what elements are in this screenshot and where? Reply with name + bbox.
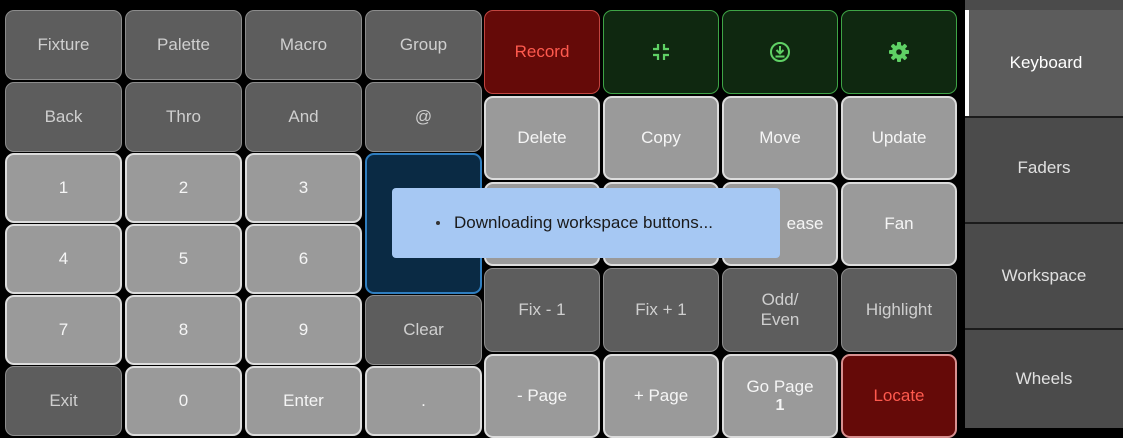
at-label: @ <box>414 107 433 127</box>
page-minus-label: - Page <box>516 386 568 406</box>
digit-9-label: 9 <box>298 320 309 340</box>
sidebar-item-workspace[interactable]: Workspace <box>965 222 1123 328</box>
digit-8-button[interactable]: 8 <box>125 295 242 365</box>
digit-7-label: 7 <box>58 320 69 340</box>
thro-label: Thro <box>166 107 201 127</box>
delete-label: Delete <box>517 128 567 148</box>
digit-0-label: 0 <box>178 391 189 411</box>
digit-7-button[interactable]: 7 <box>5 295 122 365</box>
update-label: Update <box>871 128 927 148</box>
digit-9-button[interactable]: 9 <box>245 295 362 365</box>
sidebar-item-keyboard[interactable]: Keyboard <box>965 10 1123 116</box>
exit-button[interactable]: Exit <box>5 366 122 436</box>
digit-4-label: 4 <box>58 249 69 269</box>
copy-label: Copy <box>641 128 681 148</box>
settings-button[interactable] <box>841 10 957 94</box>
at-button[interactable]: @ <box>365 82 482 152</box>
release-label: ease <box>786 214 824 234</box>
sidebar-item-label: Keyboard <box>1009 53 1083 72</box>
group-button[interactable]: Group <box>365 10 482 80</box>
fix-minus-label: Fix - 1 <box>518 300 566 320</box>
download-button[interactable] <box>722 10 838 94</box>
page-minus-button[interactable]: - Page <box>484 354 600 438</box>
digit-8-label: 8 <box>178 320 189 340</box>
odd-label: Odd/ <box>761 290 799 310</box>
digit-6-button[interactable]: 6 <box>245 224 362 294</box>
back-button[interactable]: Back <box>5 82 122 152</box>
go-page-button[interactable]: Go Page 1 <box>722 354 838 438</box>
compress-button[interactable] <box>603 10 719 94</box>
record-label: Record <box>514 42 570 62</box>
clear-button[interactable]: Clear <box>365 295 482 365</box>
dot-button[interactable]: . <box>365 366 482 436</box>
palette-button[interactable]: Palette <box>125 10 242 80</box>
fixture-button[interactable]: Fixture <box>5 10 122 80</box>
update-button[interactable]: Update <box>841 96 957 180</box>
fan-button[interactable]: Fan <box>841 182 957 266</box>
delete-button[interactable]: Delete <box>484 96 600 180</box>
digit-3-label: 3 <box>298 178 309 198</box>
digit-2-button[interactable]: 2 <box>125 153 242 223</box>
highlight-label: Highlight <box>865 300 933 320</box>
exit-label: Exit <box>49 391 78 411</box>
fix-plus-label: Fix + 1 <box>635 300 687 320</box>
digit-5-button[interactable]: 5 <box>125 224 242 294</box>
go-page-label: Go Page <box>746 377 814 397</box>
move-button[interactable]: Move <box>722 96 838 180</box>
and-button[interactable]: And <box>245 82 362 152</box>
clear-label: Clear <box>403 320 444 340</box>
move-label: Move <box>759 128 801 148</box>
bullet-icon <box>436 221 440 225</box>
gear-icon <box>888 41 910 63</box>
palette-label: Palette <box>157 35 210 55</box>
digit-3-button[interactable]: 3 <box>245 153 362 223</box>
fix-plus-button[interactable]: Fix + 1 <box>603 268 719 352</box>
locate-label: Locate <box>873 386 925 406</box>
digit-4-button[interactable]: 4 <box>5 224 122 294</box>
sidebar: Keyboard Faders Workspace Wheels <box>965 0 1123 428</box>
macro-label: Macro <box>279 35 328 55</box>
record-button[interactable]: Record <box>484 10 600 94</box>
sidebar-item-label: Faders <box>1017 158 1071 177</box>
page-plus-button[interactable]: + Page <box>603 354 719 438</box>
fan-label: Fan <box>884 214 914 234</box>
and-label: And <box>288 107 319 127</box>
compress-icon <box>651 42 671 62</box>
sidebar-item-wheels[interactable]: Wheels <box>965 328 1123 428</box>
page-plus-label: + Page <box>633 386 689 406</box>
enter-button[interactable]: Enter <box>245 366 362 436</box>
download-circle-icon <box>769 41 791 63</box>
highlight-button[interactable]: Highlight <box>841 268 957 352</box>
digit-6-label: 6 <box>298 249 309 269</box>
digit-2-label: 2 <box>178 178 189 198</box>
digit-0-button[interactable]: 0 <box>125 366 242 436</box>
digit-1-label: 1 <box>58 178 69 198</box>
thro-button[interactable]: Thro <box>125 82 242 152</box>
copy-button[interactable]: Copy <box>603 96 719 180</box>
back-label: Back <box>44 107 83 127</box>
macro-button[interactable]: Macro <box>245 10 362 80</box>
toast-message: Downloading workspace buttons... <box>454 213 713 232</box>
odd-even-button[interactable]: Odd/ Even <box>722 268 838 352</box>
go-page-number: 1 <box>775 396 785 414</box>
sidebar-item-label: Workspace <box>1001 266 1087 285</box>
digit-5-label: 5 <box>178 249 189 269</box>
fix-minus-button[interactable]: Fix - 1 <box>484 268 600 352</box>
fixture-label: Fixture <box>37 35 90 55</box>
locate-button[interactable]: Locate <box>841 354 957 438</box>
even-label: Even <box>760 310 800 329</box>
download-toast: Downloading workspace buttons... <box>392 188 780 258</box>
enter-label: Enter <box>283 391 324 411</box>
dot-label: . <box>421 391 426 411</box>
sidebar-item-faders[interactable]: Faders <box>965 116 1123 222</box>
group-label: Group <box>399 35 448 55</box>
digit-1-button[interactable]: 1 <box>5 153 122 223</box>
sidebar-item-label: Wheels <box>1015 369 1073 388</box>
